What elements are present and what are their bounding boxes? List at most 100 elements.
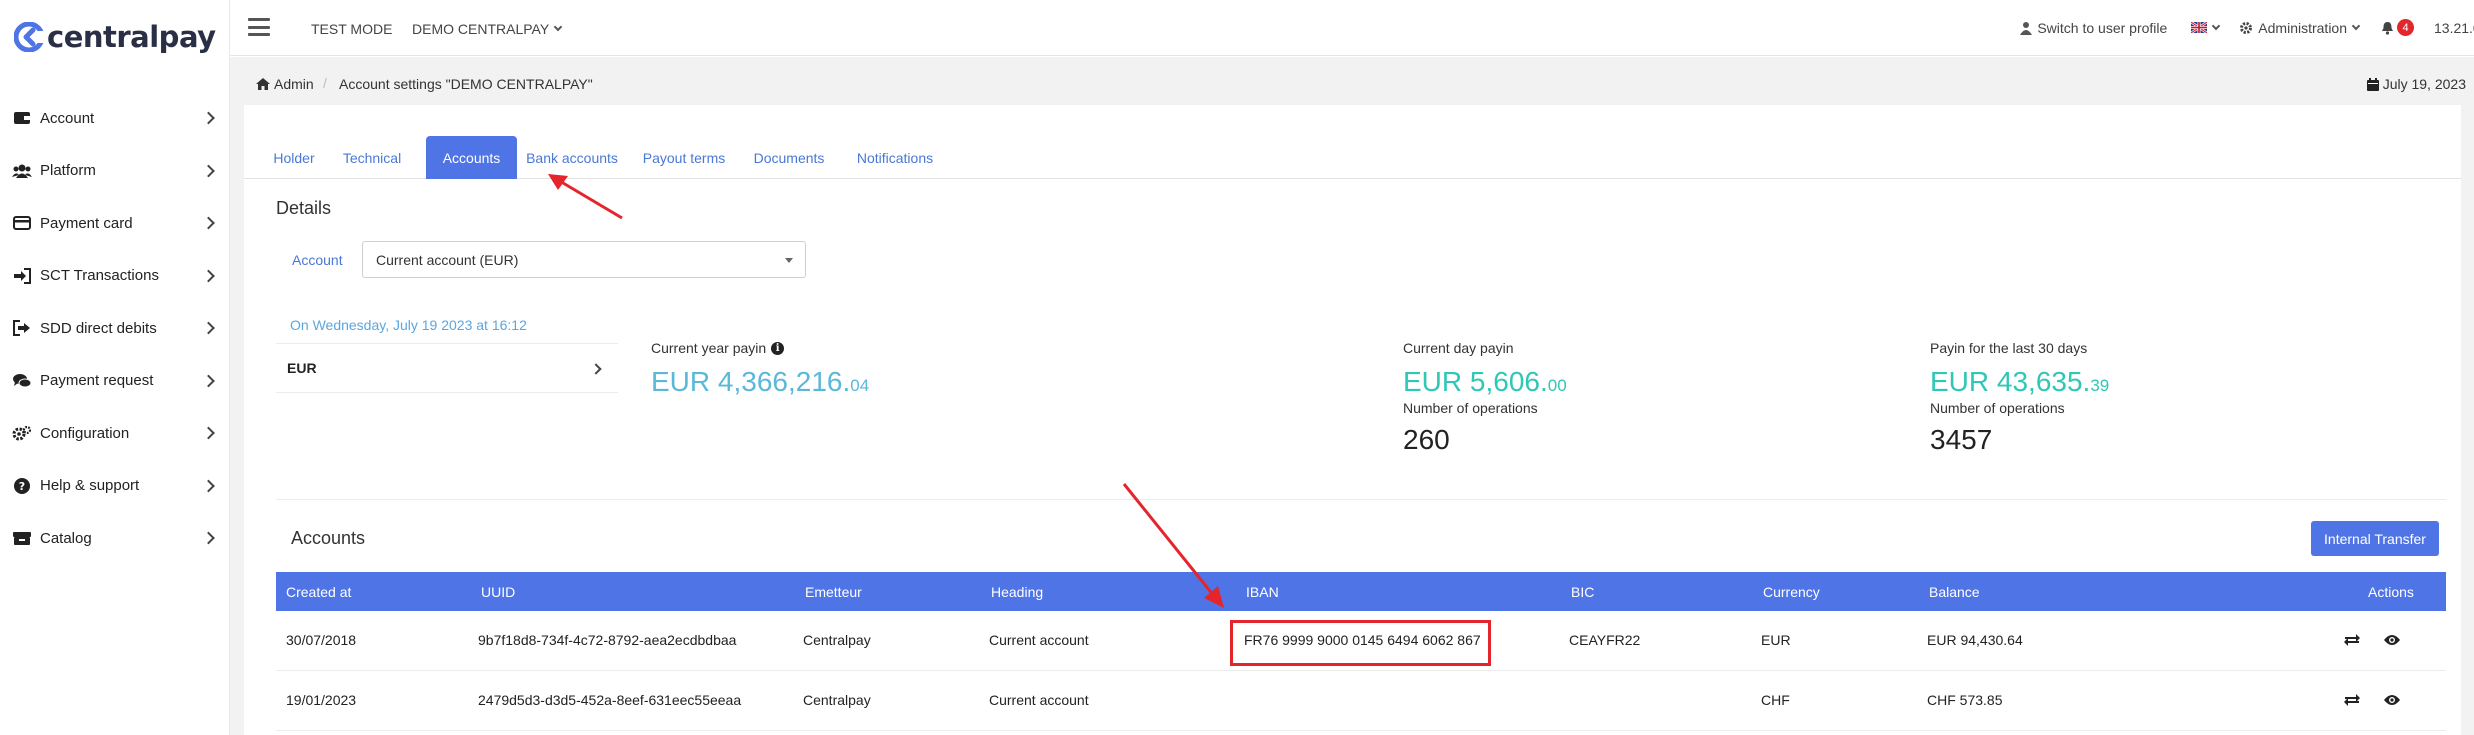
- stat-month-main: EUR 43,635.: [1930, 366, 2091, 397]
- chevron-down-icon: [2351, 21, 2361, 30]
- wallet-icon: [12, 108, 32, 128]
- gear-icon: [2240, 21, 2253, 34]
- col-iban: IBAN: [1246, 584, 1279, 600]
- cell-created-at: 30/07/2018: [286, 632, 357, 648]
- sidebar-item-label: SCT Transactions: [40, 267, 159, 285]
- stat-label: Current year payin i: [651, 340, 869, 356]
- account-select[interactable]: Current account (EUR): [362, 241, 806, 278]
- stat-day-value: EUR 5,606.00: [1403, 366, 1567, 398]
- stat-current-day: Current day payin EUR 5,606.00 Number of…: [1403, 340, 1567, 456]
- sidebar-item-payment-card[interactable]: Payment card: [0, 197, 229, 250]
- sidebar-item-sdd-direct-debits[interactable]: SDD direct debits: [0, 302, 229, 355]
- switch-user-label: Switch to user profile: [2037, 19, 2168, 36]
- chevron-right-icon: [202, 216, 215, 230]
- svg-text:?: ?: [19, 480, 25, 493]
- sidebar-item-label: Help & support: [40, 477, 140, 495]
- table-row: 30/07/2018 9b7f18d8-734f-4c72-8792-aea2e…: [276, 611, 2446, 671]
- user-secret-icon: [2020, 21, 2033, 35]
- stat-month-cents: 39: [2090, 376, 2110, 395]
- switch-user-link[interactable]: Switch to user profile: [2020, 20, 2167, 36]
- transfer-exchange-icon[interactable]: [2342, 690, 2362, 710]
- sign-in-icon: [12, 266, 32, 286]
- users-icon: [12, 161, 32, 181]
- tab-payout-terms[interactable]: Payout terms: [635, 136, 733, 179]
- breadcrumb-separator: /: [323, 75, 327, 91]
- stat-year-value: EUR 4,366,216.04: [651, 366, 869, 398]
- chevron-right-icon: [202, 269, 215, 283]
- language-selector[interactable]: [2191, 21, 2221, 33]
- caret-down-icon: [785, 258, 793, 263]
- cell-created-at: 19/01/2023: [286, 692, 357, 708]
- currency-row[interactable]: EUR: [276, 343, 618, 393]
- date-label: July 19, 2023: [2382, 76, 2466, 92]
- transfer-exchange-icon[interactable]: [2342, 630, 2362, 650]
- cell-heading: Current account: [989, 632, 1089, 648]
- cell-uuid: 9b7f18d8-734f-4c72-8792-aea2ecdbdbaa: [478, 632, 737, 648]
- notifications-button[interactable]: 4: [2381, 19, 2414, 36]
- col-bic: BIC: [1571, 584, 1595, 600]
- sidebar-item-catalog[interactable]: Catalog: [0, 512, 229, 565]
- chevron-down-icon: [2212, 21, 2221, 30]
- account-label: Account: [292, 252, 343, 268]
- stat-day-ops-value: 260: [1403, 424, 1450, 455]
- stat-month-value: EUR 43,635.39: [1930, 366, 2109, 398]
- sidebar-item-payment-request[interactable]: Payment request: [0, 355, 229, 408]
- cell-emetteur: Centralpay: [803, 632, 871, 648]
- col-uuid: UUID: [481, 584, 516, 600]
- home-icon: [256, 78, 270, 90]
- current-date: July 19, 2023: [2366, 76, 2466, 92]
- accounts-table: Created at UUID Emetteur Heading IBAN BI…: [276, 572, 2446, 731]
- stat-day-main: EUR 5,606.: [1403, 366, 1548, 397]
- sign-out-icon: [12, 318, 32, 338]
- internal-transfer-button[interactable]: Internal Transfer: [2311, 521, 2439, 556]
- stat-day-label: Current day payin: [1403, 340, 1514, 356]
- cogs-icon: [12, 423, 32, 443]
- col-balance: Balance: [1929, 584, 1980, 600]
- sidebar-item-help-support[interactable]: ? Help & support: [0, 460, 229, 513]
- cell-balance: EUR 94,430.64: [1927, 632, 2023, 648]
- centralpay-logo[interactable]: centralpay: [14, 20, 216, 54]
- sidebar-item-label: Payment request: [40, 372, 154, 390]
- view-eye-icon[interactable]: [2382, 690, 2402, 710]
- administration-menu[interactable]: Administration: [2239, 20, 2361, 36]
- test-mode-label: TEST MODE: [311, 21, 393, 37]
- sidebar-item-label: SDD direct debits: [40, 319, 157, 337]
- tab-documents[interactable]: Documents: [745, 136, 833, 179]
- stat-day-cents: 00: [1547, 376, 1567, 395]
- sidebar-item-sct-transactions[interactable]: SCT Transactions: [0, 250, 229, 303]
- logo-mark-icon: [14, 22, 44, 52]
- currency-label: EUR: [287, 360, 317, 376]
- organization-dropdown[interactable]: DEMO CENTRALPAY: [412, 21, 563, 37]
- sidebar-item-account[interactable]: Account: [0, 92, 229, 145]
- logo-text: centralpay: [47, 20, 216, 54]
- chevron-right-icon: [202, 164, 215, 178]
- top-bar: TEST MODE DEMO CENTRALPAY Switch to user…: [230, 0, 2474, 56]
- organization-label: DEMO CENTRALPAY: [412, 21, 550, 37]
- settings-tabs: Holder Technical Accounts Bank accounts …: [244, 136, 2461, 179]
- breadcrumb-home-link[interactable]: Admin: [256, 76, 314, 92]
- col-emetteur: Emetteur: [805, 584, 862, 600]
- cell-balance: CHF 573.85: [1927, 692, 2003, 708]
- info-icon[interactable]: i: [771, 341, 785, 355]
- breadcrumb-current: Account settings "DEMO CENTRALPAY": [339, 76, 593, 92]
- sidebar-item-configuration[interactable]: Configuration: [0, 407, 229, 460]
- sidebar-item-label: Account: [40, 109, 95, 127]
- tab-bank-accounts[interactable]: Bank accounts: [521, 136, 623, 179]
- details-title: Details: [276, 198, 332, 218]
- main-content: Admin / Account settings "DEMO CENTRALPA…: [230, 57, 2474, 735]
- tab-notifications[interactable]: Notifications: [843, 136, 947, 179]
- sidebar-item-platform[interactable]: Platform: [0, 145, 229, 198]
- tab-accounts[interactable]: Accounts: [426, 136, 517, 179]
- tab-holder[interactable]: Holder: [264, 136, 324, 179]
- col-created-at: Created at: [286, 584, 352, 600]
- cell-bic: CEAYFR22: [1569, 632, 1641, 648]
- stat-last-30-days: Payin for the last 30 days EUR 43,635.39…: [1930, 340, 2109, 456]
- tab-technical[interactable]: Technical: [332, 136, 412, 179]
- chevron-right-icon: [202, 111, 215, 125]
- menu-toggle-icon[interactable]: [248, 18, 270, 36]
- view-eye-icon[interactable]: [2382, 630, 2402, 650]
- stat-month-ops-value: 3457: [1930, 424, 1993, 455]
- stat-current-year: Current year payin i EUR 4,366,216.04: [651, 340, 869, 398]
- col-heading: Heading: [991, 584, 1044, 600]
- stats-date-line: On Wednesday, July 19 2023 at 16:12: [290, 317, 527, 333]
